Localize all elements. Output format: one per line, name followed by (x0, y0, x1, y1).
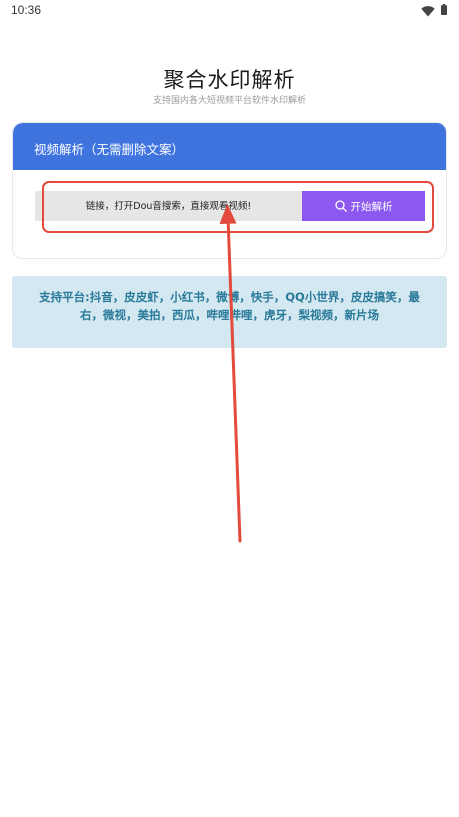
input-row: 开始解析 (35, 191, 426, 221)
video-parse-card: 视频解析（无需删除文案） 开始解析 (12, 122, 447, 259)
start-parse-button[interactable]: 开始解析 (302, 191, 425, 221)
page-title: 聚合水印解析 (163, 68, 296, 92)
video-link-input[interactable] (35, 191, 302, 221)
battery-icon (441, 4, 447, 15)
card-header: 视频解析（无需删除文案） (13, 123, 446, 170)
page-subtitle: 支持国内各大短视频平台软件水印解析 (152, 96, 306, 106)
start-parse-label: 开始解析 (350, 200, 393, 213)
supported-platforms-panel: 支持平台:抖音，皮皮虾，小红书，微博，快手，QQ小世界，皮皮搞笑，最右，微视，美… (12, 276, 447, 348)
search-icon (334, 200, 347, 212)
card-header-title: 视频解析（无需删除文案） (34, 142, 185, 157)
wifi-icon (421, 6, 435, 17)
status-bar: 10:36 (0, 0, 459, 22)
supported-platforms-text: 支持平台:抖音，皮皮虾，小红书，微博，快手，QQ小世界，皮皮搞笑，最右，微视，美… (39, 290, 420, 322)
status-time: 10:36 (11, 3, 42, 17)
